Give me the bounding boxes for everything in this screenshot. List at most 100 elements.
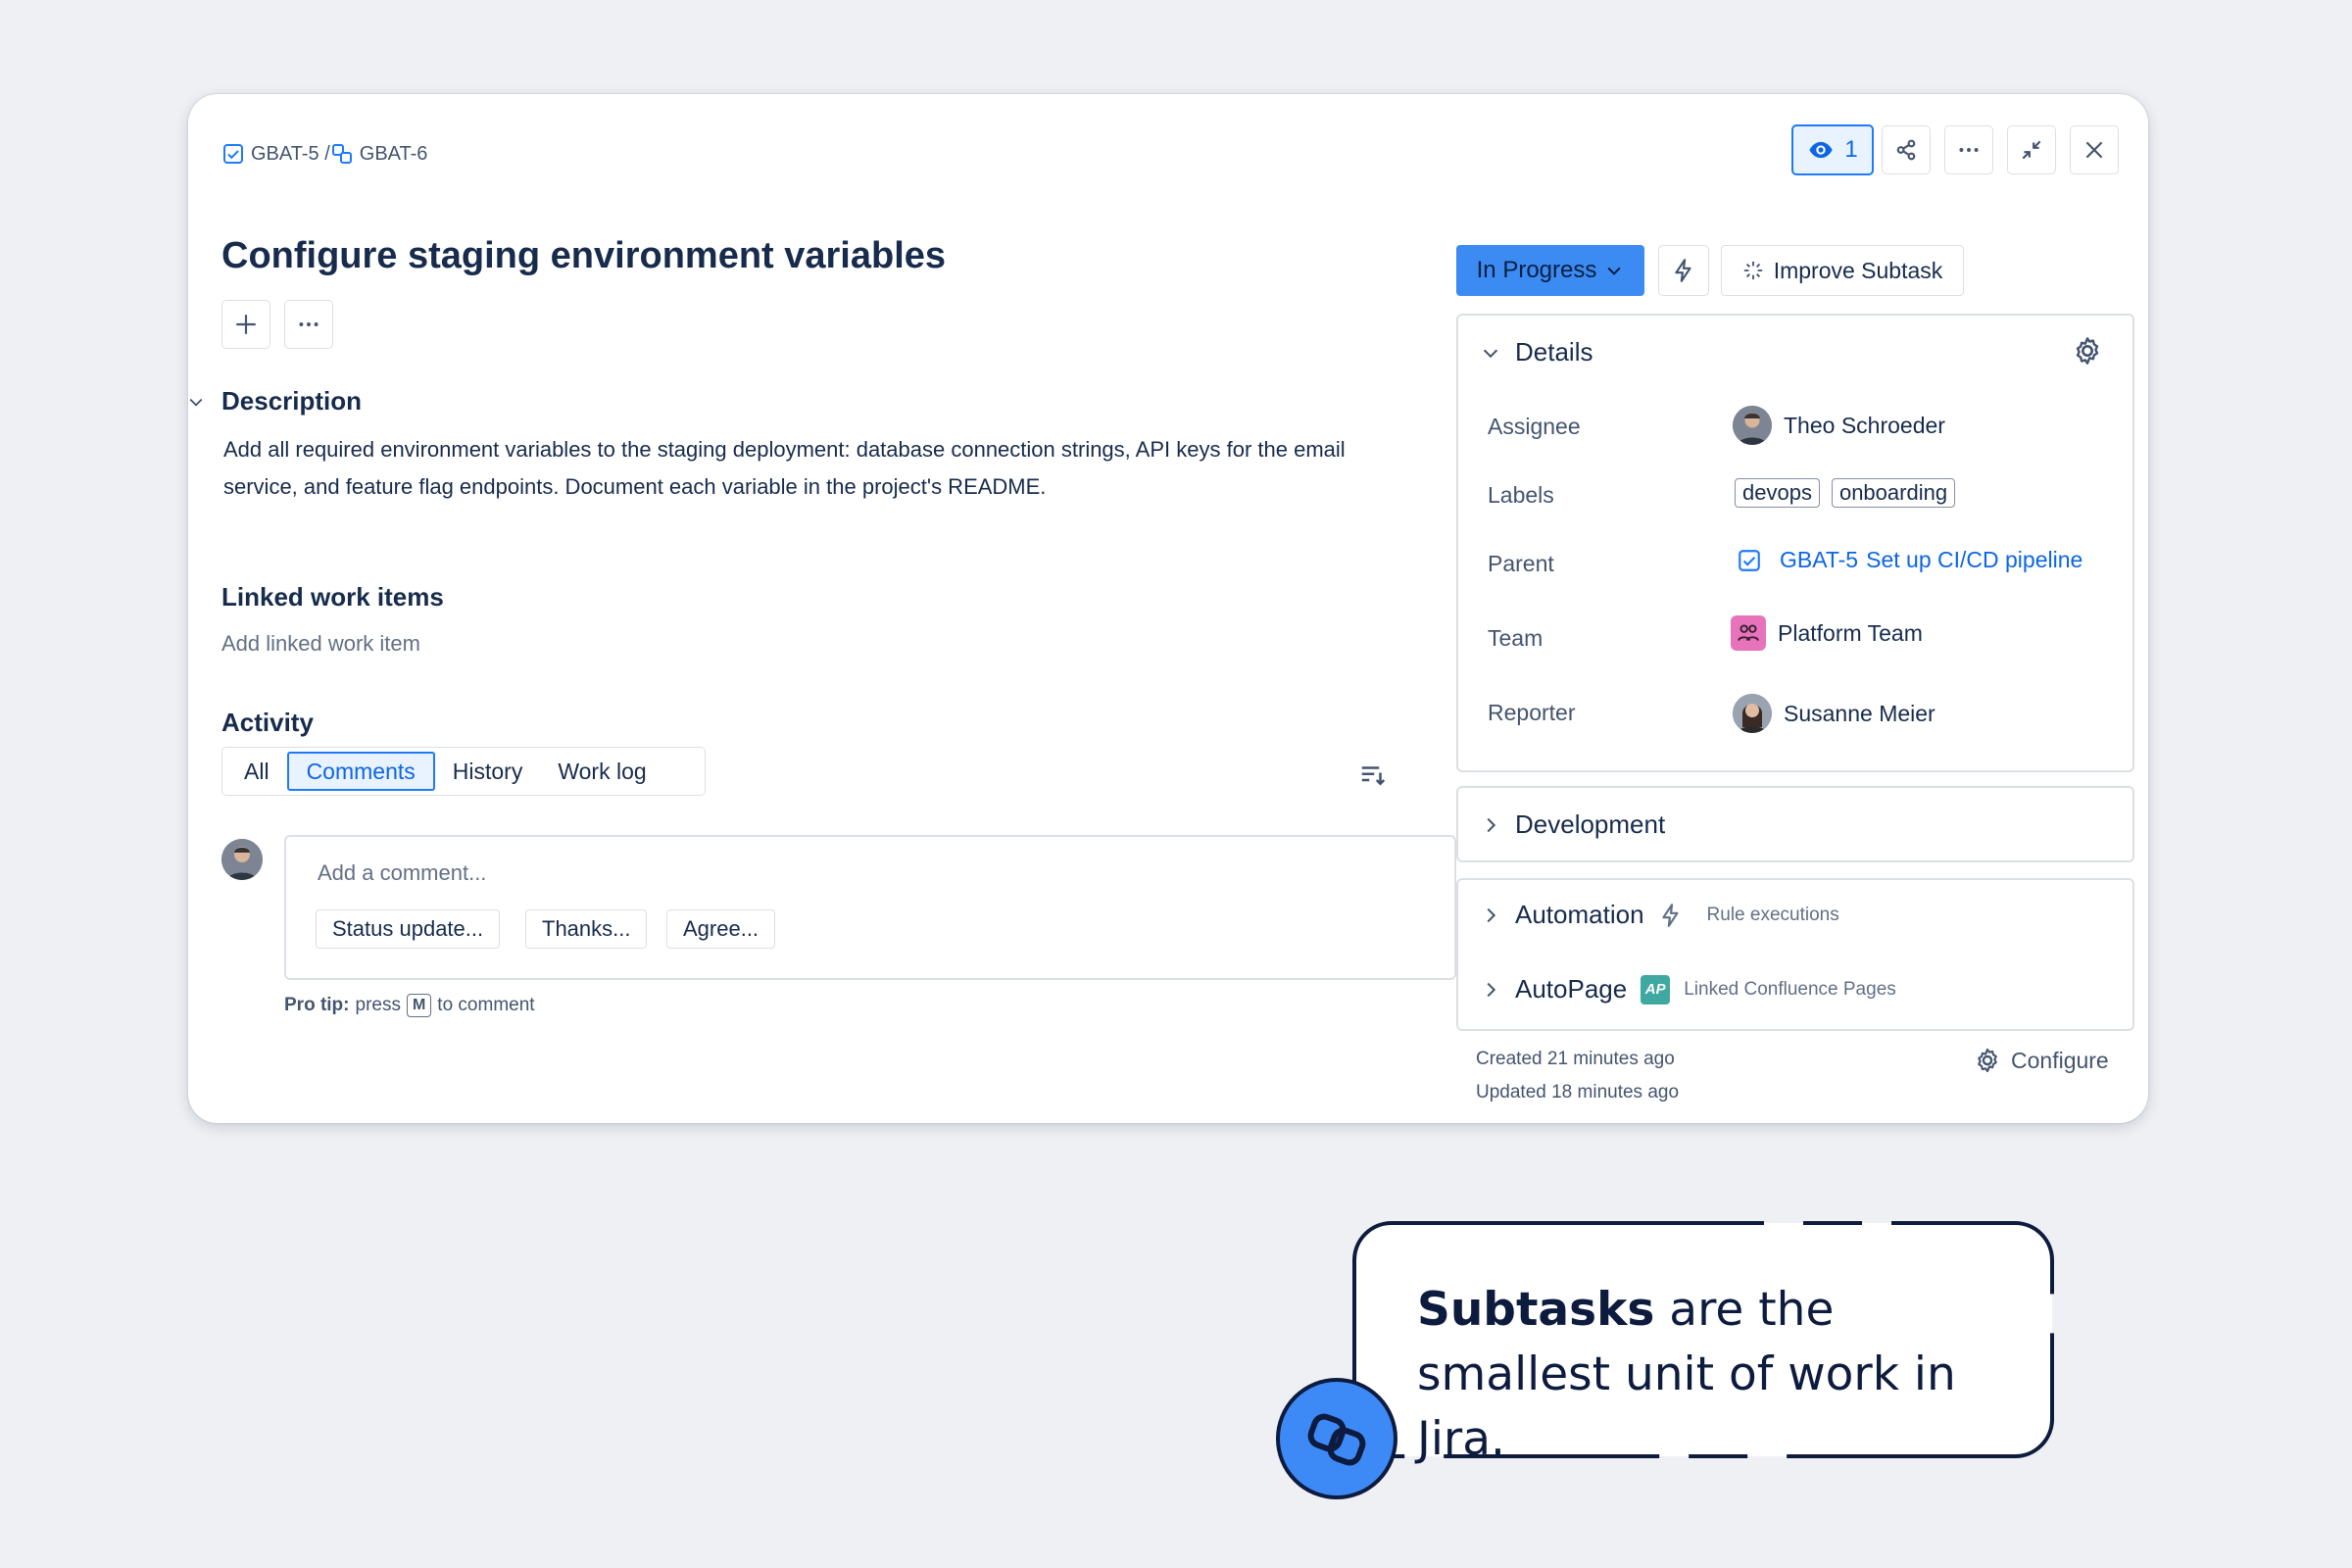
activity-tabs: All Comments History Work log (221, 747, 706, 796)
share-icon (1896, 139, 1916, 161)
watch-count: 1 (1844, 136, 1858, 163)
details-panel: Details Assignee Theo Schroeder Labels d… (1456, 314, 2134, 772)
linked-heading: Linked work items (221, 582, 444, 612)
gear-icon[interactable] (2072, 335, 2103, 367)
subtask-icon (331, 144, 352, 164)
assignee-value[interactable]: Theo Schroeder (1733, 406, 1945, 445)
automation-header[interactable]: Automation Rule executions (1480, 900, 1839, 930)
automation-heading: Automation (1515, 900, 1644, 929)
chevron-right-icon (1487, 982, 1496, 997)
quick-reply-status-update[interactable]: Status update... (316, 909, 501, 949)
pro-tip-label: Pro tip: (284, 995, 350, 1015)
parent-summary: Set up CI/CD pipeline (1866, 547, 2083, 572)
task-checkbox-icon (1739, 549, 1760, 571)
details-heading: Details (1515, 337, 1593, 367)
reporter-avatar (1733, 694, 1772, 733)
parent-label: Parent (1488, 551, 1554, 576)
breadcrumb: GBAT-5 / GBAT-6 (221, 139, 427, 169)
pro-tip: Pro tip: press M to comment (284, 994, 535, 1017)
gear-icon (1978, 1048, 1997, 1073)
parent-key: GBAT-5 (1780, 547, 1859, 572)
development-header[interactable]: Development (1480, 809, 1665, 840)
more-icon (299, 322, 318, 326)
title-more-button[interactable] (284, 300, 333, 349)
tab-history[interactable]: History (435, 752, 541, 791)
chevron-down-icon[interactable] (186, 392, 206, 412)
breadcrumb-current[interactable]: GBAT-6 (330, 142, 427, 166)
more-icon (1959, 148, 1979, 152)
more-actions-button[interactable] (1944, 125, 1993, 174)
description-text[interactable]: Add all required environment variables t… (223, 431, 1399, 506)
created-timestamp: Created 21 minutes ago (1476, 1049, 1675, 1069)
parent-link[interactable]: GBAT-5 Set up CI/CD pipeline (1780, 547, 2082, 573)
eye-icon (1809, 141, 1833, 159)
share-button[interactable] (1882, 125, 1931, 174)
label-tag[interactable]: onboarding (1831, 478, 1956, 508)
activity-heading: Activity (221, 708, 314, 737)
callout-text: Subtasks are the smallest unit of work i… (1417, 1278, 2025, 1472)
assignee-label: Assignee (1488, 414, 1581, 439)
chevron-right-icon (1487, 907, 1496, 922)
chevron-down-icon (1483, 349, 1498, 358)
close-button[interactable] (2070, 125, 2119, 174)
pro-tip-press: press (355, 995, 401, 1015)
collapse-icon (2022, 140, 2041, 160)
chevron-down-icon (1607, 267, 1621, 275)
autopage-header[interactable]: AutoPage AP Linked Confluence Pages (1480, 974, 1896, 1004)
automation-button[interactable] (1658, 245, 1709, 296)
improve-subtask-button[interactable]: Improve Subtask (1721, 245, 1964, 296)
improve-subtask-label: Improve Subtask (1773, 257, 1943, 283)
current-user-avatar (221, 839, 263, 880)
automation-sub: Rule executions (1706, 904, 1839, 925)
labels-value[interactable]: devops onboarding (1735, 478, 1956, 508)
development-panel[interactable]: Development (1456, 786, 2134, 862)
reporter-value[interactable]: Susanne Meier (1733, 694, 1936, 733)
task-checkbox-icon (223, 144, 243, 164)
team-name: Platform Team (1778, 619, 1923, 646)
tab-comments[interactable]: Comments (286, 752, 435, 791)
add-button[interactable] (221, 300, 270, 349)
label-tag[interactable]: devops (1735, 478, 1820, 508)
breadcrumb-parent[interactable]: GBAT-5 / (221, 142, 330, 166)
callout-bubble: Subtasks are the smallest unit of work i… (1352, 1221, 2054, 1466)
reporter-label: Reporter (1488, 700, 1576, 725)
development-heading: Development (1515, 809, 1666, 839)
details-header[interactable]: Details (1480, 337, 1592, 368)
add-linked-item[interactable]: Add linked work item (221, 631, 420, 657)
watch-button[interactable]: 1 (1791, 124, 1874, 175)
configure-label: Configure (2011, 1047, 2109, 1073)
reporter-name: Susanne Meier (1784, 700, 1936, 726)
minimize-button[interactable] (2007, 125, 2056, 174)
lightning-icon (1675, 259, 1691, 282)
link-logo-icon (1307, 1413, 1366, 1466)
status-label: In Progress (1476, 257, 1597, 283)
tab-all[interactable]: All (226, 752, 287, 791)
team-icon (1731, 615, 1766, 651)
breadcrumb-parent-label: GBAT-5 / (251, 142, 330, 165)
sparkle-icon (1743, 261, 1762, 280)
quick-reply-agree[interactable]: Agree... (666, 909, 776, 949)
apps-panel: Automation Rule executions AutoPage AP L… (1456, 878, 2134, 1031)
quick-reply-thanks[interactable]: Thanks... (525, 909, 648, 949)
issue-card: GBAT-5 / GBAT-6 1 Configure staging envi… (188, 94, 2148, 1123)
sort-icon[interactable] (1358, 760, 1388, 790)
tab-work-log[interactable]: Work log (540, 752, 663, 791)
callout-bold: Subtasks (1417, 1283, 1655, 1337)
team-label: Team (1488, 625, 1544, 651)
configure-button[interactable]: Configure (1974, 1047, 2109, 1074)
assignee-name: Theo Schroeder (1784, 412, 1945, 438)
plus-icon (236, 315, 256, 334)
status-dropdown[interactable]: In Progress (1456, 245, 1644, 296)
comment-box[interactable]: Add a comment... Status update... Thanks… (284, 835, 1456, 980)
labels-label: Labels (1488, 482, 1554, 508)
chevron-right-icon (1487, 817, 1496, 832)
team-value[interactable]: Platform Team (1731, 615, 1923, 651)
updated-timestamp: Updated 18 minutes ago (1476, 1082, 1680, 1102)
brand-logo (1276, 1378, 1397, 1499)
lightning-icon (1661, 903, 1679, 927)
comment-input[interactable]: Add a comment... (318, 860, 486, 886)
issue-title[interactable]: Configure staging environment variables (221, 235, 946, 277)
parent-value[interactable]: GBAT-5 Set up CI/CD pipeline (1737, 547, 2082, 573)
assignee-avatar (1733, 406, 1772, 445)
keyboard-shortcut: M (406, 994, 432, 1017)
